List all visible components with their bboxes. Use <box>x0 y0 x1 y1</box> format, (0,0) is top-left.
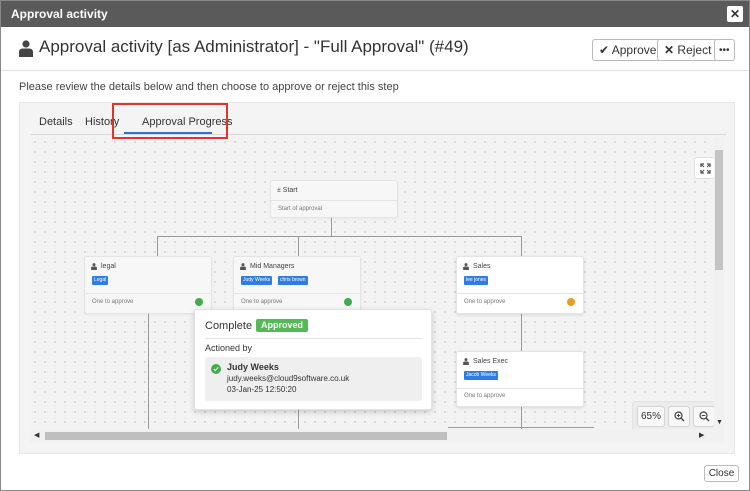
approval-dialog: Approval activity ✕ Approval activity [a… <box>0 0 750 491</box>
ellipsis-icon: ••• <box>719 44 730 56</box>
approved-badge: Approved <box>256 319 309 332</box>
approval-timestamp: 03-Jan-25 12:50:20 <box>227 385 297 394</box>
connector-line <box>157 236 158 256</box>
zoom-level[interactable]: 65% <box>637 406 665 427</box>
flow-node-mid-managers[interactable]: Mid Managers Judy Weeks chris brown One … <box>233 256 361 314</box>
approved-status-icon <box>344 298 352 306</box>
approver-name: Judy Weeks <box>227 362 279 372</box>
horizontal-scroll-thumb[interactable] <box>45 432 447 440</box>
node-title: Sales Exec <box>473 358 509 365</box>
tab-details[interactable]: Details <box>39 116 73 128</box>
connector-line <box>448 427 594 428</box>
page-title: Approval activity [as Administrator] - "… <box>39 37 469 56</box>
vertical-scrollbar[interactable]: ▼ <box>714 137 724 429</box>
window-titlebar: Approval activity ✕ <box>1 1 749 27</box>
start-node-title: ± Start <box>277 187 298 194</box>
window-title: Approval activity <box>11 7 108 21</box>
scroll-down-arrow-icon[interactable]: ▼ <box>716 419 723 426</box>
connector-line <box>521 407 522 429</box>
approver-email: judy.weeks@cloud9software.co.uk <box>227 374 350 383</box>
approver-card: Judy Weeks judy.weeks@cloud9software.co.… <box>205 357 422 401</box>
expand-icon <box>700 163 711 174</box>
window-close-icon[interactable]: ✕ <box>727 6 743 22</box>
approve-button[interactable]: ✔ Approve <box>592 39 664 61</box>
vertical-scroll-thumb[interactable] <box>715 150 723 270</box>
approval-rule: One to approve <box>241 299 283 305</box>
scroll-left-arrow-icon[interactable]: ◀ <box>34 431 39 439</box>
zoom-in-icon <box>674 411 685 422</box>
scroll-right-arrow-icon[interactable]: ▶ <box>699 431 704 439</box>
dialog-header: Approval activity [as Administrator] - "… <box>1 27 749 71</box>
approver-chip: chris brown <box>278 276 308 285</box>
node-title: Mid Managers <box>250 263 295 270</box>
reject-button-label: Reject <box>677 43 712 57</box>
approver-chip: Judy Weeks <box>241 276 273 285</box>
check-icon: ✔ <box>599 43 610 57</box>
start-icon: ± <box>277 187 281 194</box>
close-button[interactable]: Close <box>704 465 739 482</box>
zoom-controls: 65% + − <box>632 401 718 431</box>
approve-button-label: Approve <box>611 43 657 57</box>
connector-line <box>298 236 299 256</box>
connector-line <box>157 236 521 237</box>
approval-rule: One to approve <box>92 299 134 305</box>
popup-status-label: Complete <box>205 320 253 332</box>
pending-status-icon <box>567 298 575 306</box>
fullscreen-button[interactable] <box>694 157 716 179</box>
more-options-button[interactable]: ••• <box>714 39 735 61</box>
user-icon <box>91 263 97 270</box>
start-node-subtitle: Start of approval <box>278 206 323 212</box>
flow-node-sales[interactable]: Sales lee jones One to approve <box>456 256 584 314</box>
node-title: Sales <box>473 263 491 270</box>
zoom-out-icon <box>699 411 710 422</box>
check-circle-icon <box>211 364 221 374</box>
approver-chip: Legal <box>92 276 109 285</box>
intro-text: Please review the details below and then… <box>19 81 399 93</box>
user-icon <box>463 263 469 270</box>
approval-details-popup: Complete Approved Actioned by Judy Weeks… <box>194 309 432 410</box>
flow-node-legal[interactable]: legal Legal One to approve <box>84 256 212 314</box>
approval-rule: One to approve <box>464 393 506 399</box>
user-icon <box>240 263 246 270</box>
approved-status-icon <box>195 298 203 306</box>
connector-line <box>521 314 522 351</box>
approval-rule: One to approve <box>464 299 506 305</box>
connector-line <box>521 236 522 256</box>
connector-line <box>331 218 332 236</box>
actioned-by-label: Actioned by <box>205 343 253 353</box>
approver-chip: lee jones <box>464 276 489 285</box>
user-icon <box>463 358 469 365</box>
reject-button[interactable]: ✕ Reject <box>657 39 719 61</box>
flow-node-start[interactable]: ± Start Start of approval <box>270 180 398 218</box>
user-icon <box>19 40 33 57</box>
node-title: legal <box>101 263 116 270</box>
tab-highlight-box <box>112 103 228 139</box>
connector-line <box>148 314 149 429</box>
flow-node-sales-exec[interactable]: Sales Exec Jacob Weeks One to approve <box>456 351 584 407</box>
horizontal-scrollbar[interactable]: ◀ ▶ <box>30 429 724 443</box>
x-icon: ✕ <box>664 43 675 57</box>
approver-chip: Jacob Weeks <box>464 371 498 380</box>
zoom-out-button[interactable]: − <box>693 406 715 427</box>
zoom-in-button[interactable]: + <box>668 406 690 427</box>
